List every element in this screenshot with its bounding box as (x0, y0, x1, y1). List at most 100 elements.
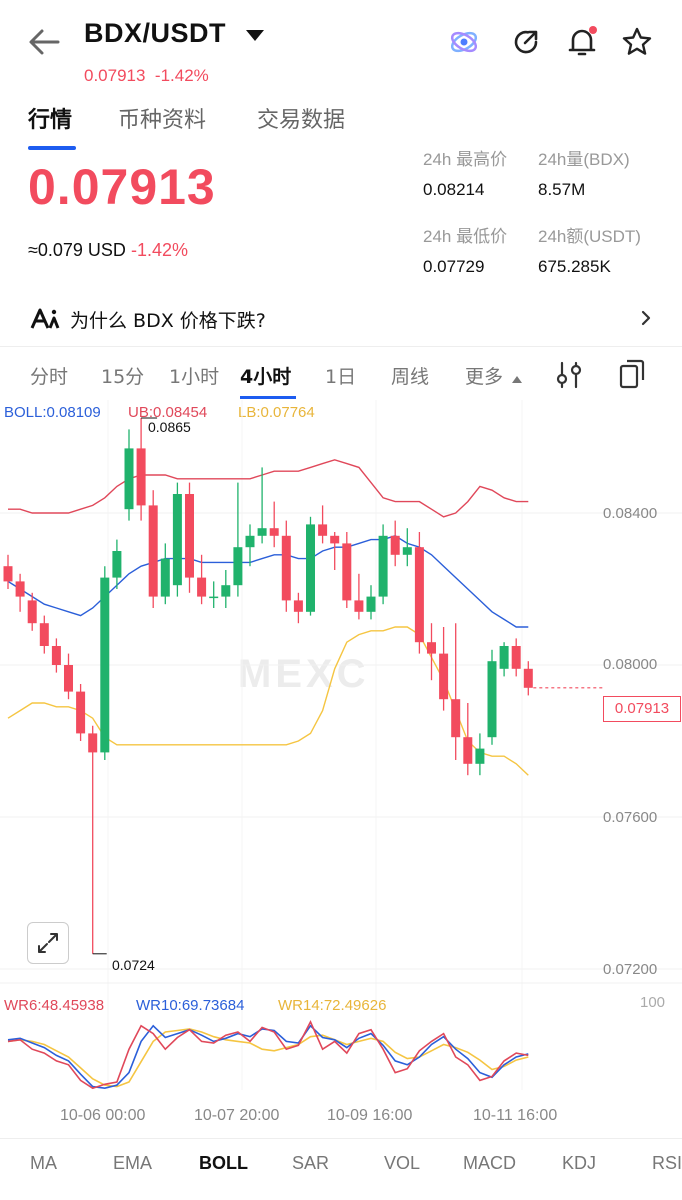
volume-value: 8.57M (538, 180, 586, 199)
x-tick-label: 10-09 16:00 (327, 1107, 413, 1124)
wr-scale-label: 100 (640, 994, 666, 1011)
candle-up (209, 596, 219, 599)
candle-up (112, 551, 122, 578)
why-price-drop-text: 为什么 BDX 价格下跌? (70, 310, 266, 332)
x-tick-label: 10-06 00:00 (60, 1107, 146, 1124)
chart-settings-sliders-icon[interactable] (555, 360, 583, 390)
indicator-rsi[interactable]: RSI (652, 1153, 682, 1174)
candle-up (100, 577, 110, 753)
indicator-kdj[interactable]: KDJ (562, 1153, 596, 1174)
wr10-legend: WR10:69.73684 (136, 997, 245, 1014)
candle-up (245, 535, 255, 548)
interval-1h[interactable]: 1小时 (169, 362, 219, 389)
star-icon[interactable] (619, 24, 655, 60)
amount-value: 675.285K (538, 257, 611, 276)
more-caret-icon (512, 376, 522, 383)
interval-1d[interactable]: 1日 (325, 362, 356, 389)
indicator-vol[interactable]: VOL (384, 1153, 420, 1174)
top-bar: BDX/USDT 0.07913 -1.42% (0, 0, 682, 92)
boll-lower-line (7, 626, 529, 776)
pair-dropdown-caret-icon[interactable] (246, 30, 264, 41)
interval-timeline[interactable]: 分时 (30, 362, 68, 389)
indicator-ma[interactable]: MA (30, 1153, 57, 1174)
candle-up (172, 494, 182, 586)
boll-mid-line (7, 535, 529, 628)
candle-down (390, 535, 400, 555)
candle-down (439, 653, 449, 700)
candle-up (378, 535, 388, 597)
y-tick-label: 0.07600 (603, 809, 658, 826)
ai-sparkle-icon[interactable] (446, 24, 482, 60)
candle-down (27, 600, 37, 624)
y-tick-label: 0.08000 (603, 656, 658, 673)
usd-price-line: ≈0.079 USD -1.42% (28, 240, 188, 261)
share-icon[interactable] (508, 24, 544, 60)
candle-down (88, 733, 98, 753)
interval-15m[interactable]: 15分 (101, 362, 144, 389)
candle-up (475, 748, 485, 764)
candlestick-chart[interactable] (0, 400, 682, 1138)
low-label: 24h 最低价 (423, 227, 508, 246)
change-percent: -1.42% (130, 240, 188, 260)
tab-coin-info[interactable]: 币种资料 (118, 102, 206, 134)
candle-down (76, 691, 86, 734)
y-tick-label: 0.07200 (603, 961, 658, 978)
candle-up (487, 661, 497, 738)
pair-title[interactable]: BDX/USDT (84, 18, 226, 49)
candle-down (451, 699, 461, 738)
candle-down (15, 581, 25, 597)
indicator-macd[interactable]: MACD (463, 1153, 516, 1174)
indicator-bar: MA EMA BOLL SAR VOL MACD KDJ RSI (0, 1138, 682, 1200)
low-value: 0.07729 (423, 257, 485, 276)
volume-label: 24h量(BDX) (538, 150, 630, 169)
indicator-sar[interactable]: SAR (292, 1153, 329, 1174)
tab-trade-data[interactable]: 交易数据 (257, 102, 345, 134)
interval-more[interactable]: 更多 (465, 362, 503, 389)
low-marker-label: 0.0724 (112, 957, 155, 973)
candle-down (354, 600, 364, 612)
ai-logo-icon (30, 306, 60, 330)
boll-upper-line (8, 459, 529, 518)
high-value: 0.08214 (423, 180, 485, 199)
candle-down (427, 642, 436, 654)
candle-down (136, 448, 146, 506)
candle-up (124, 448, 134, 510)
interval-bar: 分时 15分 1小时 4小时 1日 周线 更多 (0, 350, 682, 400)
wr10-line (7, 1024, 529, 1090)
wr6-legend: WR6:48.45938 (4, 997, 105, 1014)
candle-down (293, 600, 303, 612)
indicator-boll[interactable]: BOLL (199, 1153, 248, 1174)
main-tabs: 行情 币种资料 交易数据 (0, 92, 682, 150)
candle-down (148, 505, 158, 597)
bell-icon[interactable] (564, 24, 600, 60)
indicator-ema[interactable]: EMA (113, 1153, 152, 1174)
why-price-drop-row[interactable]: 为什么 BDX 价格下跌? (0, 296, 682, 344)
candle-down (185, 494, 194, 578)
candle-down (51, 646, 61, 665)
copy-layout-icon[interactable] (618, 358, 646, 390)
usd-approx: ≈0.079 USD (28, 240, 126, 260)
amount-label: 24h额(USDT) (538, 227, 641, 246)
x-tick-label: 10-11 16:00 (473, 1107, 558, 1124)
wr14-legend: WR14:72.49626 (278, 997, 387, 1014)
candle-up (402, 547, 412, 555)
candle-down (318, 524, 328, 536)
interval-4h[interactable]: 4小时 (240, 362, 291, 389)
wr6-line (7, 1020, 529, 1090)
back-arrow-icon[interactable] (24, 22, 64, 62)
candle-up (160, 558, 170, 597)
tab-market[interactable]: 行情 (28, 102, 72, 134)
candle-down (330, 535, 340, 544)
candle-up (499, 646, 509, 669)
candle-down (64, 665, 73, 692)
candle-down (511, 646, 521, 669)
high-marker-label: 0.0865 (148, 419, 191, 435)
fullscreen-button[interactable] (27, 922, 69, 964)
chevron-right-icon (636, 308, 656, 328)
interval-week[interactable]: 周线 (391, 362, 429, 389)
interval-active-indicator (240, 396, 296, 399)
candle-down (39, 623, 49, 646)
candle-down (197, 577, 207, 597)
candle-down (523, 668, 533, 688)
sub-price: 0.07913 -1.42% (84, 66, 209, 82)
